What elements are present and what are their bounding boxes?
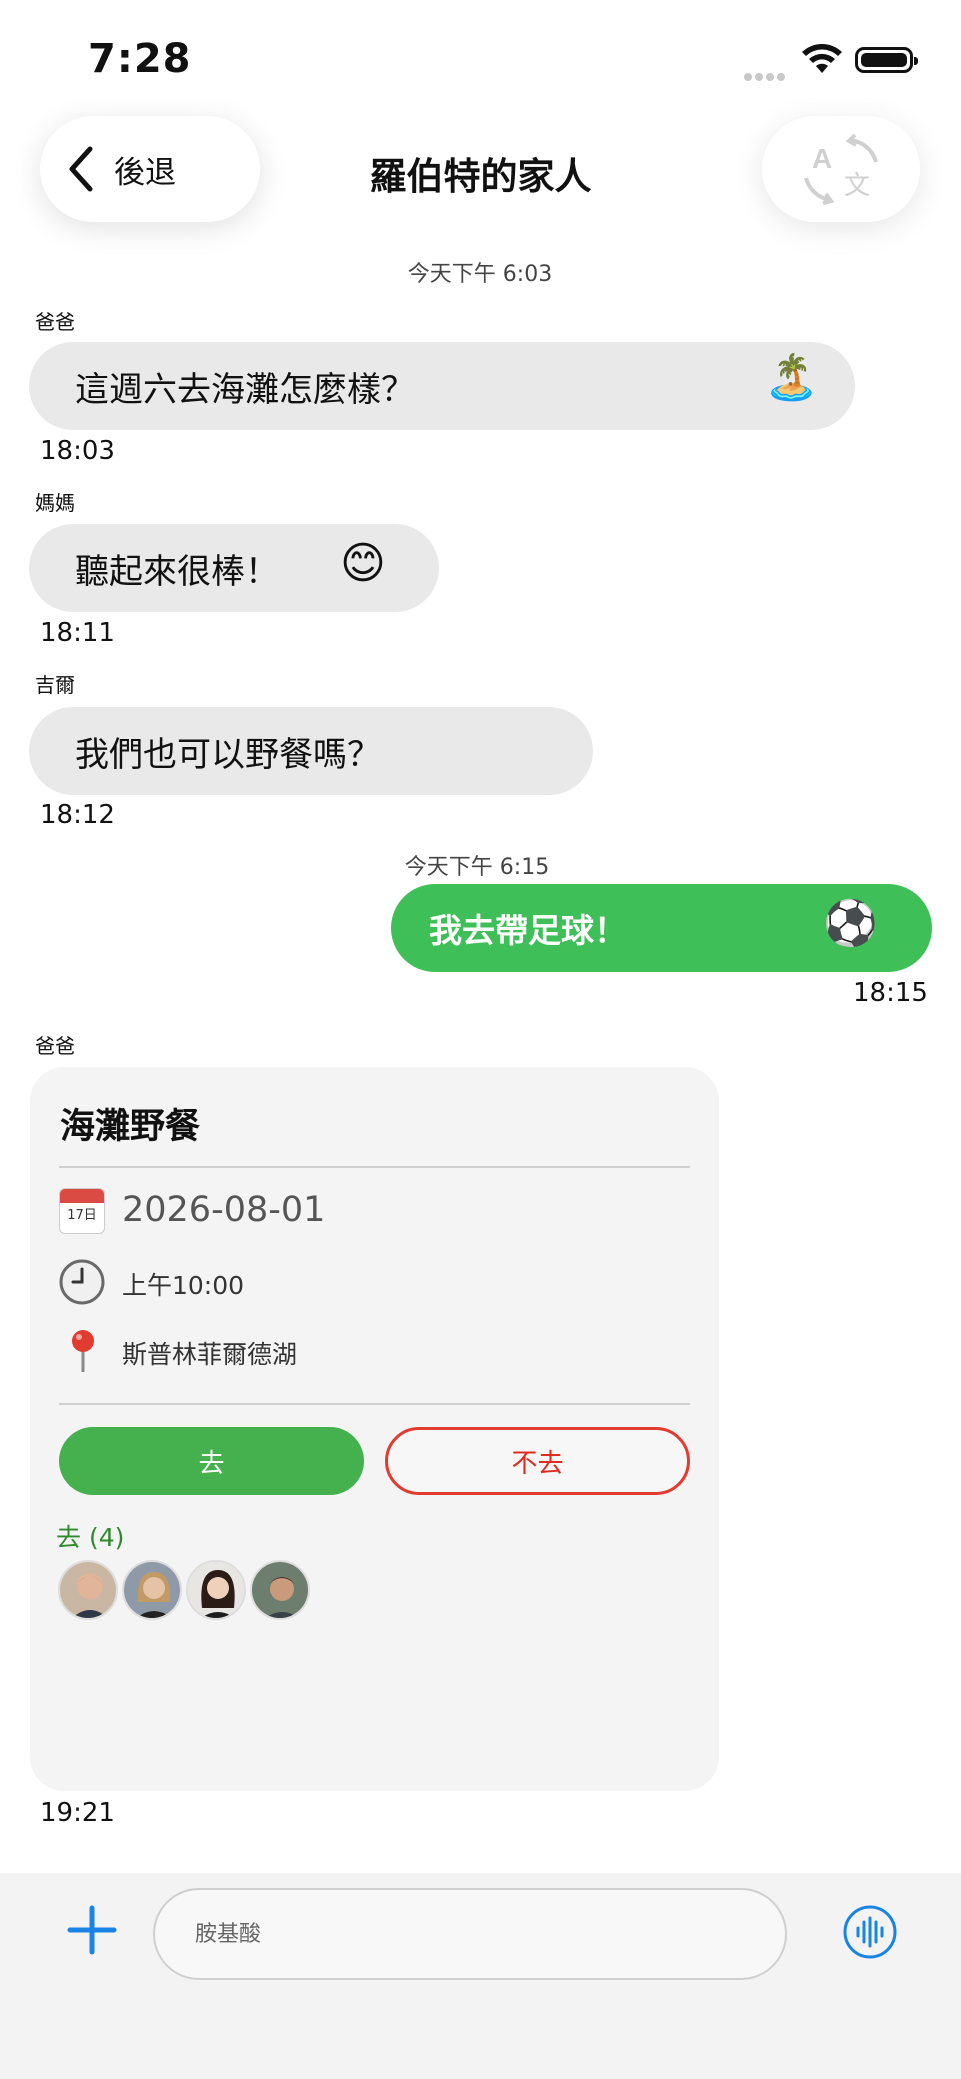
go-button[interactable]: 去 <box>59 1427 364 1495</box>
cellular-signal-icon <box>744 66 790 81</box>
message-time: 18:03 <box>40 436 115 466</box>
add-attachment-button[interactable] <box>62 1900 122 1960</box>
sender-name: 吉爾 <box>35 673 75 697</box>
not-go-button[interactable]: 不去 <box>385 1427 690 1495</box>
calendar-day-text: 17日 <box>67 1208 97 1223</box>
event-title: 海灘野餐 <box>60 1107 201 1147</box>
message-time: 18:11 <box>40 618 115 648</box>
beach-umbrella-icon: 🏝️ <box>764 352 819 403</box>
translate-icon: A 文 <box>804 133 878 205</box>
svg-text:文: 文 <box>844 171 870 201</box>
avatar[interactable] <box>186 1560 246 1620</box>
message-text: 我去帶足球！ <box>429 911 627 950</box>
event-time: 上午10:00 <box>122 1271 245 1300</box>
message-time: 19:21 <box>40 1798 115 1828</box>
soccer-ball-icon: ⚽ <box>823 898 878 949</box>
chat-title: 羅伯特的家人 <box>369 155 592 198</box>
timestamp: 今天下午 6:03 <box>407 262 553 287</box>
chevron-left-icon <box>69 146 93 192</box>
divider <box>59 1166 690 1168</box>
message-time: 18:15 <box>853 978 928 1008</box>
status-time: 7:28 <box>88 36 192 82</box>
back-button[interactable]: 後退 <box>40 116 260 222</box>
incoming-message[interactable]: 我們也可以野餐嗎？ <box>29 707 593 795</box>
message-text: 聽起來很棒！ <box>75 551 279 592</box>
incoming-message[interactable]: 這週六去海灘怎麼樣？ <box>29 342 855 430</box>
message-text: 這週六去海灘怎麼樣？ <box>75 369 415 410</box>
calendar-icon: 17日 <box>59 1188 105 1234</box>
wifi-icon <box>800 42 844 76</box>
waveform-icon <box>843 1905 897 1959</box>
event-date: 2026-08-01 <box>122 1190 326 1230</box>
voice-input-button[interactable] <box>842 1904 898 1960</box>
message-text: 我們也可以野餐嗎？ <box>75 734 381 775</box>
event-location: 斯普林菲爾德湖 <box>122 1340 298 1369</box>
message-time: 18:12 <box>40 800 115 830</box>
message-input[interactable] <box>153 1888 787 1980</box>
location-pin-icon <box>66 1328 100 1374</box>
translate-button[interactable]: A 文 <box>762 116 920 222</box>
avatar[interactable] <box>58 1560 118 1620</box>
svg-text:A: A <box>812 143 832 174</box>
battery-icon <box>855 47 918 73</box>
plus-icon <box>67 1905 117 1955</box>
divider <box>59 1403 690 1405</box>
smiling-face-icon: 😊 <box>340 538 386 589</box>
sender-name: 爸爸 <box>35 1034 75 1058</box>
avatar[interactable] <box>122 1560 182 1620</box>
sender-name: 爸爸 <box>35 310 75 334</box>
sender-name: 媽媽 <box>35 491 75 515</box>
timestamp: 今天下午 6:15 <box>404 855 550 880</box>
going-count-label: 去 (4) <box>56 1523 125 1552</box>
back-label: 後退 <box>114 154 176 191</box>
avatar[interactable] <box>250 1560 310 1620</box>
clock-icon <box>59 1259 105 1305</box>
